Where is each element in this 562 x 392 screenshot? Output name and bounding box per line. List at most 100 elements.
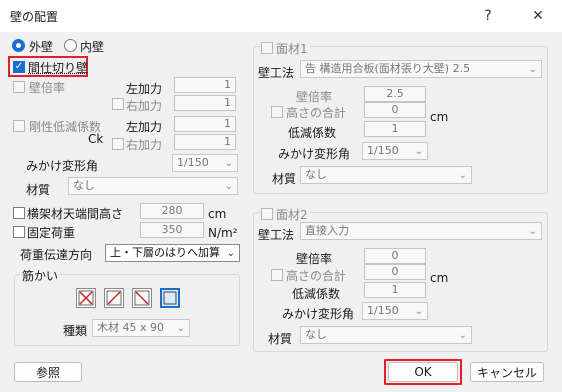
height-label: 横架材天端間高さ [27,207,124,221]
brace-both-icon[interactable] [76,288,96,308]
brace-kind-select[interactable]: 木材 45 x 90 ⌄ [92,319,190,337]
face2-method-label: 壁工法 [258,228,295,242]
chevron-down-icon: ⌄ [414,146,423,157]
face2-sum-unit: cm [430,271,449,285]
stiffness-right-checkbox[interactable] [112,138,124,150]
ratio-left-label: 左加力 [126,82,163,96]
chevron-down-icon: ⌄ [458,170,467,181]
brace-right-icon[interactable] [104,288,124,308]
face2-material-label: 材質 [268,332,293,346]
face2-deform-value: 1/150 [367,304,399,317]
ratio-label: 壁倍率 [29,81,66,95]
stiffness-right-field[interactable]: 1 [174,134,236,150]
height-field[interactable]: 280 [140,203,204,219]
chevron-down-icon: ⌄ [528,64,537,75]
face1-sum-unit: cm [430,110,449,124]
fixed-load-checkbox[interactable] [13,226,25,238]
face1-sum-checkbox[interactable] [271,106,283,118]
face1-reduce-field[interactable]: 1 [364,121,426,137]
face2-material-select[interactable]: なし ⌄ [300,326,472,344]
chevron-down-icon: ⌄ [176,323,185,334]
face2-ratio-label: 壁倍率 [296,252,333,266]
face2-method-value: 直接入力 [305,224,349,237]
face2-deform-select[interactable]: 1/150 ⌄ [362,302,428,320]
close-button[interactable]: ✕ [518,4,558,28]
inner-wall-radio[interactable] [64,39,77,52]
deform-label: みかけ変形角 [26,159,99,173]
material-select[interactable]: なし ⌄ [68,177,238,195]
brace-kind-value: 木材 45 x 90 [97,321,164,334]
chevron-down-icon: ⌄ [224,158,233,169]
stiffness-left-field[interactable]: 1 [174,116,236,132]
face1-legend: 面材1 [274,40,310,57]
help-button[interactable]: ? [468,4,508,28]
brace-none-icon[interactable] [160,288,180,308]
face2-sum-label: 高さの合計 [286,269,347,283]
partition-wall-checkbox[interactable]: ✓ [13,61,25,73]
brace-both-svg [78,290,94,306]
fixed-load-label: 固定荷重 [27,226,76,240]
material-value: なし [73,179,95,192]
face2-sum-checkbox[interactable] [271,269,283,281]
load-direction-label: 荷重伝達方向 [20,248,93,262]
face1-ratio-field[interactable]: 2.5 [364,86,426,102]
face1-method-label: 壁工法 [258,66,295,80]
face1-method-select[interactable]: 告 構造用合板(面材張り大壁) 2.5 ⌄ [300,60,542,78]
ratio-right-label: 右加力 [126,99,163,113]
stiffness-left-label: 左加力 [126,120,163,134]
window-title: 壁の配置 [10,10,59,24]
ratio-left-field[interactable]: 1 [174,77,236,93]
deform-value: 1/150 [177,156,209,169]
outer-wall-radio[interactable] [12,39,25,52]
stiffness-right-label: 右加力 [126,138,163,152]
load-direction-value: 上・下層のはりへ加算 [110,246,220,259]
ratio-right-field[interactable]: 1 [174,95,236,111]
brace-left-svg [134,290,150,306]
face1-deform-value: 1/150 [367,144,399,157]
chevron-down-icon: ⌄ [226,248,235,259]
brace-left-icon[interactable] [132,288,152,308]
chevron-down-icon: ⌄ [528,226,537,237]
face1-sum-field[interactable]: 0 [364,102,426,118]
brace-right-svg [106,290,122,306]
face2-method-select[interactable]: 直接入力 ⌄ [300,222,542,240]
face2-material-value: なし [305,328,327,341]
face1-reduce-label: 低減係数 [288,126,337,140]
face1-deform-label: みかけ変形角 [278,147,351,161]
face1-checkbox[interactable] [261,42,273,54]
height-unit: cm [208,207,227,221]
brace-legend: 筋かい [20,267,61,284]
cancel-button[interactable]: キャンセル [470,362,544,382]
deform-select[interactable]: 1/150 ⌄ [172,154,238,172]
face1-sum-label: 高さの合計 [286,106,347,120]
outer-wall-label: 外壁 [29,40,54,54]
fixed-load-unit: N/m² [208,226,238,240]
face2-legend: 面材2 [274,206,310,223]
fixed-load-field[interactable]: 350 [140,222,204,238]
face1-material-select[interactable]: なし ⌄ [300,166,472,184]
partition-wall-label: 間仕切り壁 [28,61,89,75]
brace-kind-label: 種類 [63,324,88,338]
reference-button[interactable]: 参照 [14,362,82,382]
ratio-right-checkbox[interactable] [112,98,124,110]
chevron-down-icon: ⌄ [224,181,233,192]
material-label: 材質 [26,183,51,197]
face2-sum-field[interactable]: 0 [364,264,426,280]
brace-none-svg [163,291,177,305]
face2-ratio-field[interactable]: 0 [364,248,426,264]
face2-checkbox[interactable] [261,208,273,220]
ratio-checkbox[interactable] [13,81,25,93]
chevron-down-icon: ⌄ [414,306,423,317]
face2-reduce-label: 低減係数 [292,287,341,301]
face2-reduce-field[interactable]: 1 [364,282,426,298]
chevron-down-icon: ⌄ [458,330,467,341]
height-checkbox[interactable] [13,207,25,219]
face2-deform-label: みかけ変形角 [282,307,355,321]
inner-wall-label: 内壁 [80,40,105,54]
ok-button[interactable]: OK [388,362,458,382]
face1-material-label: 材質 [272,172,297,186]
face1-ratio-label: 壁倍率 [296,90,333,104]
face1-deform-select[interactable]: 1/150 ⌄ [362,142,428,160]
load-direction-select[interactable]: 上・下層のはりへ加算 ⌄ [105,244,240,262]
stiffness-checkbox[interactable] [13,120,25,132]
